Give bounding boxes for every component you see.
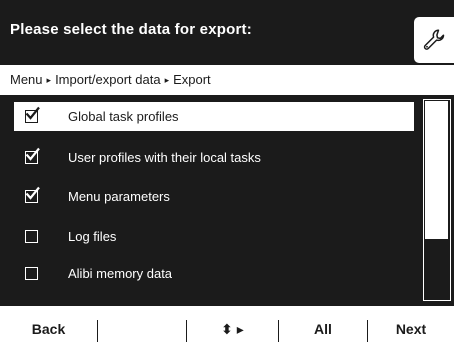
list-item-label: Log files <box>68 229 117 244</box>
breadcrumb-item-menu[interactable]: Menu <box>10 72 43 87</box>
list-item-log-files[interactable]: Log files <box>14 222 414 251</box>
list-scrollbar[interactable] <box>423 99 451 301</box>
list-item-label: Global task profiles <box>68 109 179 124</box>
checkbox-unchecked-icon[interactable] <box>25 230 38 243</box>
list-item-label: User profiles with their local tasks <box>68 150 261 165</box>
list-item-menu-parameters[interactable]: Menu parameters <box>14 182 414 211</box>
export-selection-screen: Please select the data for export: Menu ▸… <box>0 0 454 343</box>
checkbox-unchecked-icon[interactable] <box>25 267 38 280</box>
navigate-arrows-icon: ⬍ ▸ <box>221 321 244 337</box>
breadcrumb: Menu ▸ Import/export data ▸ Export <box>0 65 454 95</box>
list-item-alibi-memory-data[interactable]: Alibi memory data <box>14 259 414 288</box>
breadcrumb-item-import-export[interactable]: Import/export data <box>55 72 161 87</box>
header-bar: Please select the data for export: <box>0 0 454 65</box>
settings-button[interactable] <box>414 17 454 63</box>
navigate-button[interactable]: ⬍ ▸ <box>187 306 278 343</box>
back-button[interactable]: Back <box>0 306 97 343</box>
checkbox-checked-icon[interactable] <box>25 186 40 203</box>
list-item-global-task-profiles[interactable]: Global task profiles <box>14 102 414 131</box>
list-item-label: Menu parameters <box>68 189 170 204</box>
scrollbar-thumb[interactable] <box>425 101 448 239</box>
list-item-label: Alibi memory data <box>68 266 173 281</box>
breadcrumb-separator-icon: ▸ <box>164 75 170 85</box>
breadcrumb-separator-icon: ▸ <box>46 75 52 85</box>
export-data-list: Global task profiles User profiles with … <box>0 95 454 306</box>
breadcrumb-item-export: Export <box>173 72 211 87</box>
all-button[interactable]: All <box>279 306 367 343</box>
softkey-blank-1[interactable] <box>98 306 186 343</box>
page-title: Please select the data for export: <box>10 21 252 38</box>
softkey-bar: Back ⬍ ▸ All Next <box>0 306 454 343</box>
wrench-icon <box>423 29 445 50</box>
checkbox-checked-icon[interactable] <box>25 147 40 164</box>
checkbox-checked-icon[interactable] <box>25 106 40 123</box>
list-item-user-profiles[interactable]: User profiles with their local tasks <box>14 143 414 172</box>
next-button[interactable]: Next <box>368 306 454 343</box>
